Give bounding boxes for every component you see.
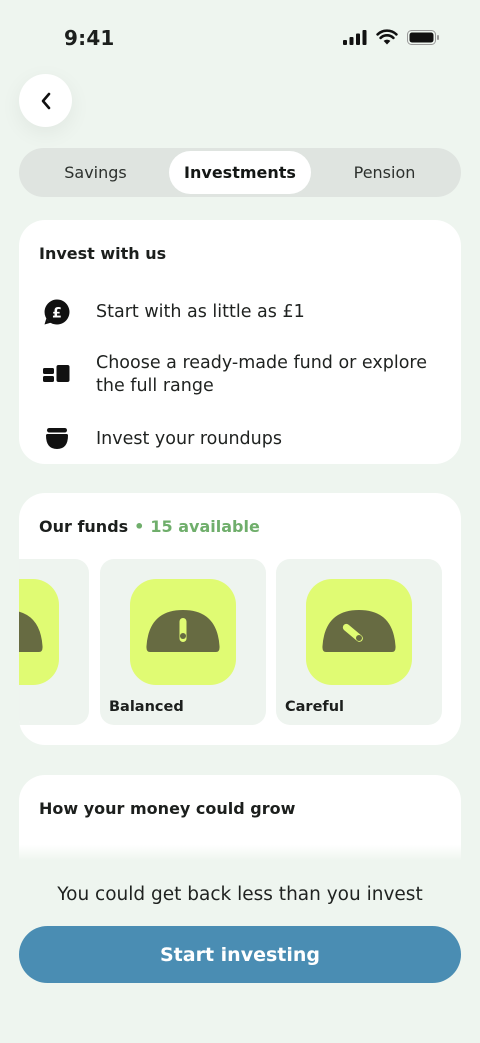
- tab-savings[interactable]: Savings: [22, 151, 169, 194]
- funds-heading: Our funds: [39, 517, 129, 536]
- cellular-signal-icon: [343, 29, 367, 45]
- funds-separator: •: [134, 517, 145, 536]
- speedometer-icon: [19, 579, 59, 685]
- risk-disclaimer: You could get back less than you invest: [57, 884, 423, 905]
- feature-item: £ Start with as little as £1: [39, 294, 445, 330]
- product-tabs: Savings Investments Pension: [19, 148, 461, 197]
- speedometer-icon: [306, 579, 412, 685]
- status-time: 9:41: [64, 26, 115, 50]
- feature-item: Choose a ready-made fund or explore the …: [39, 352, 445, 398]
- growth-card-heading: How your money could grow: [39, 799, 296, 818]
- pot-icon: [39, 421, 75, 457]
- pound-coin-icon: £: [39, 294, 75, 330]
- battery-icon: [407, 29, 439, 45]
- back-button[interactable]: [19, 74, 72, 127]
- fund-blocks-icon: [39, 357, 75, 393]
- funds-header: Our funds • 15 available: [39, 517, 260, 536]
- feature-item: Invest your roundups: [39, 421, 445, 457]
- speedometer-icon: [130, 579, 236, 685]
- status-bar: 9:41: [0, 0, 480, 72]
- our-funds-card: Our funds • 15 available s: [19, 493, 461, 745]
- chevron-left-icon: [41, 92, 50, 109]
- fund-tile[interactable]: s: [19, 559, 89, 725]
- wifi-icon: [376, 29, 398, 45]
- fund-tile-balanced[interactable]: Balanced: [100, 559, 266, 725]
- tab-investments[interactable]: Investments: [169, 151, 311, 194]
- investments-screen: 9:41 Savings Investments Pension Invest …: [0, 0, 480, 1043]
- fund-name: Careful: [285, 699, 345, 715]
- fund-name: Balanced: [109, 699, 184, 715]
- fund-tile-careful[interactable]: Careful: [276, 559, 442, 725]
- start-investing-button[interactable]: Start investing: [19, 926, 461, 983]
- feature-text: Invest your roundups: [96, 428, 282, 449]
- funds-count: 15 available: [150, 517, 260, 536]
- feature-text: Start with as little as £1: [96, 301, 305, 322]
- invest-card-heading: Invest with us: [39, 244, 167, 263]
- tab-pension[interactable]: Pension: [311, 151, 458, 194]
- feature-text: Choose a ready-made fund or explore the …: [96, 353, 427, 396]
- invest-with-us-card: Invest with us £ Start with as little as…: [19, 220, 461, 464]
- status-icons: [343, 29, 440, 45]
- svg-text:£: £: [52, 306, 62, 322]
